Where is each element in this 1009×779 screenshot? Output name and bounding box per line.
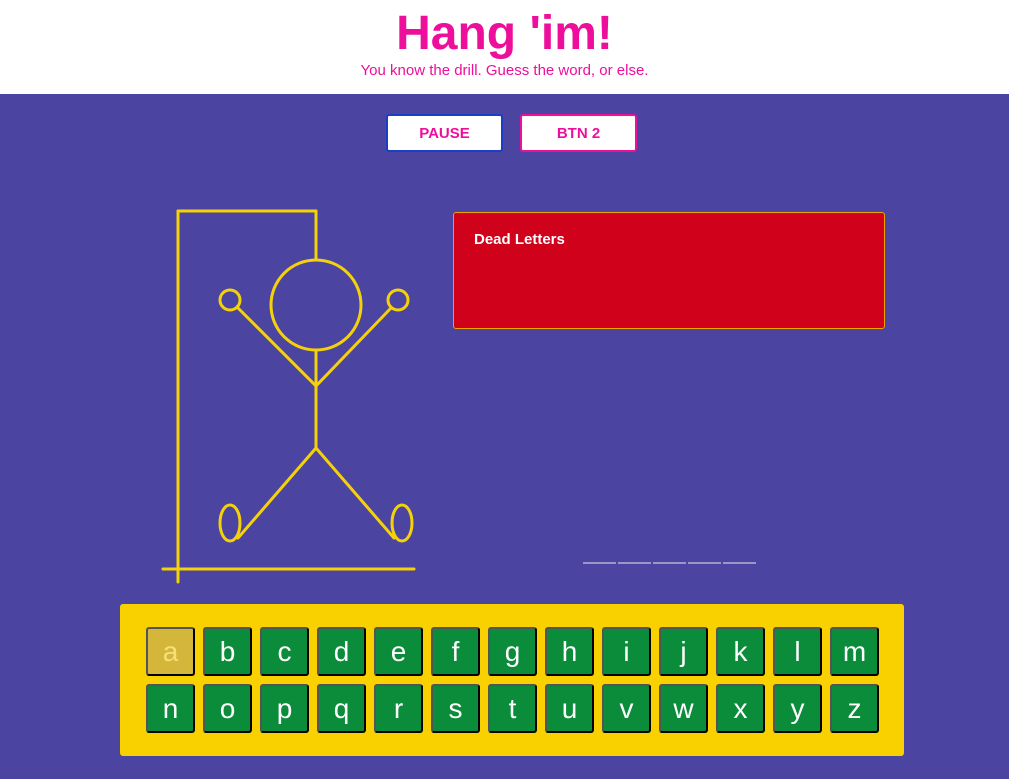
key-w[interactable]: w [659, 684, 708, 733]
hangman-figure [161, 209, 416, 584]
figure-right-arm [314, 306, 393, 388]
figure-left-hand [218, 288, 242, 312]
letter-blank [583, 548, 616, 564]
key-e[interactable]: e [374, 627, 423, 676]
key-k[interactable]: k [716, 627, 765, 676]
pause-button[interactable]: PAUSE [386, 114, 503, 152]
key-q[interactable]: q [317, 684, 366, 733]
key-o[interactable]: o [203, 684, 252, 733]
key-z[interactable]: z [830, 684, 879, 733]
figure-left-leg [236, 446, 318, 540]
figure-right-leg [314, 446, 396, 540]
page-subtitle: You know the drill. Guess the word, or e… [360, 62, 649, 79]
key-x[interactable]: x [716, 684, 765, 733]
key-m[interactable]: m [830, 627, 879, 676]
figure-right-foot [390, 503, 414, 543]
key-j[interactable]: j [659, 627, 708, 676]
word-blanks [583, 548, 756, 564]
key-p[interactable]: p [260, 684, 309, 733]
letter-blank [653, 548, 686, 564]
key-t[interactable]: t [488, 684, 537, 733]
key-l[interactable]: l [773, 627, 822, 676]
letter-blank [688, 548, 721, 564]
figure-left-arm [235, 305, 318, 388]
key-s[interactable]: s [431, 684, 480, 733]
key-n[interactable]: n [146, 684, 195, 733]
page-title: Hang 'im! [396, 7, 613, 60]
key-u[interactable]: u [545, 684, 594, 733]
header: Hang 'im! You know the drill. Guess the … [0, 0, 1009, 94]
key-c[interactable]: c [260, 627, 309, 676]
figure-head [269, 258, 363, 352]
key-y[interactable]: y [773, 684, 822, 733]
key-d[interactable]: d [317, 627, 366, 676]
key-r[interactable]: r [374, 684, 423, 733]
key-b[interactable]: b [203, 627, 252, 676]
dead-letters-panel: Dead Letters [453, 212, 885, 329]
keyboard-keys: a b c d e f g h i j k l m n o p q r s t … [146, 627, 880, 733]
letter-blank [618, 548, 651, 564]
dead-letters-title: Dead Letters [474, 231, 565, 248]
letter-keyboard: a b c d e f g h i j k l m n o p q r s t … [120, 604, 904, 756]
key-h[interactable]: h [545, 627, 594, 676]
key-a[interactable]: a [146, 627, 195, 676]
figure-left-foot [218, 503, 242, 543]
btn-2-button[interactable]: BTN 2 [520, 114, 637, 152]
key-i[interactable]: i [602, 627, 651, 676]
key-v[interactable]: v [602, 684, 651, 733]
letter-blank [723, 548, 756, 564]
figure-right-hand [386, 288, 410, 312]
key-f[interactable]: f [431, 627, 480, 676]
key-g[interactable]: g [488, 627, 537, 676]
